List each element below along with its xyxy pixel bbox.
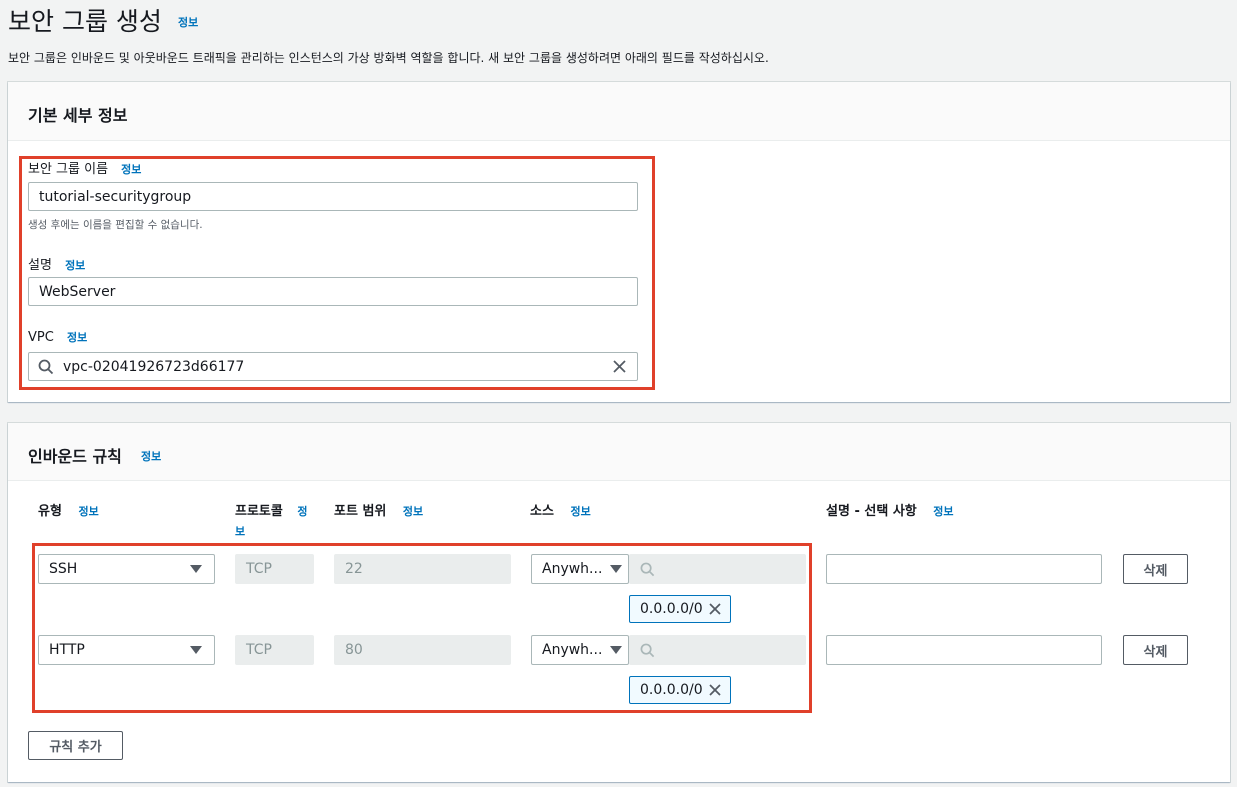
sg-name-input[interactable]: tutorial-securitygroup — [28, 182, 638, 211]
cidr-token-value: 0.0.0.0/0 — [640, 682, 703, 698]
vpc-select[interactable]: vpc-02041926723d66177 — [28, 352, 638, 381]
search-icon — [640, 562, 655, 581]
caret-down-icon — [190, 646, 202, 654]
caret-down-icon — [610, 565, 622, 573]
cidr-token-value: 0.0.0.0/0 — [640, 601, 703, 617]
rule-source-search[interactable] — [629, 554, 806, 584]
description-label: 설명 정보 — [28, 254, 85, 273]
vpc-label-text: VPC — [28, 330, 54, 345]
delete-rule-button[interactable]: 삭제 — [1123, 635, 1188, 665]
col-description: 설명 - 선택 사항 정보 — [826, 500, 954, 519]
inbound-rules-panel: 인바운드 규칙 정보 유형 정보 프로토콜 정 보 포트 범위 정보 소스 정보… — [8, 423, 1230, 782]
rule-type-select[interactable]: SSH — [38, 554, 215, 584]
rule-description-input[interactable] — [826, 635, 1102, 665]
rule-port-field: 22 — [334, 554, 511, 584]
rule-type-value: SSH — [49, 561, 78, 577]
col-protocol: 프로토콜 정 보 — [235, 500, 315, 539]
vpc-value: vpc-02041926723d66177 — [63, 358, 245, 375]
col-port-range-label: 포트 범위 — [334, 504, 387, 519]
sg-name-info-link[interactable]: 정보 — [121, 163, 141, 176]
col-source: 소스 정보 — [530, 500, 591, 519]
col-description-label: 설명 - 선택 사항 — [826, 504, 917, 519]
col-source-label: 소스 — [530, 504, 554, 519]
remove-token-icon[interactable] — [708, 683, 722, 701]
description-label-text: 설명 — [28, 258, 52, 273]
cidr-token: 0.0.0.0/0 — [629, 676, 731, 704]
rule-port-field: 80 — [334, 635, 511, 665]
rule-source-select[interactable]: Anywh... — [531, 635, 629, 665]
sg-name-label: 보안 그룹 이름 정보 — [28, 158, 141, 177]
description-input[interactable]: WebServer — [28, 277, 638, 306]
col-type-label: 유형 — [38, 504, 62, 519]
col-protocol-label: 프로토콜 — [235, 504, 283, 519]
rule-protocol-field: TCP — [235, 554, 314, 584]
sg-name-label-text: 보안 그룹 이름 — [28, 162, 109, 177]
inbound-rules-title: 인바운드 규칙 — [28, 447, 122, 466]
description-value: WebServer — [39, 283, 116, 300]
rule-protocol-value: TCP — [246, 642, 272, 658]
inbound-rules-header: 인바운드 규칙 정보 — [8, 423, 1230, 481]
sg-name-value: tutorial-securitygroup — [39, 188, 192, 205]
sg-name-hint: 생성 후에는 이름을 편집할 수 없습니다. — [28, 219, 203, 231]
col-source-info-link[interactable]: 정보 — [570, 505, 590, 518]
clear-icon[interactable] — [612, 359, 627, 374]
col-port-range: 포트 범위 정보 — [334, 500, 423, 519]
rule-type-select[interactable]: HTTP — [38, 635, 215, 665]
vpc-info-link[interactable]: 정보 — [67, 331, 87, 344]
rule-source-search[interactable] — [629, 635, 806, 665]
search-icon — [38, 359, 54, 375]
rule-source-select[interactable]: Anywh... — [531, 554, 629, 584]
caret-down-icon — [190, 565, 202, 573]
rule-port-value: 22 — [345, 561, 363, 577]
vpc-label: VPC 정보 — [28, 329, 87, 345]
caret-down-icon — [610, 646, 622, 654]
col-type: 유형 정보 — [38, 500, 99, 519]
col-port-range-info-link[interactable]: 정보 — [403, 505, 423, 518]
cidr-token: 0.0.0.0/0 — [629, 595, 731, 623]
page-title-info-link[interactable]: 정보 — [178, 14, 198, 30]
rule-protocol-value: TCP — [246, 561, 272, 577]
delete-rule-button[interactable]: 삭제 — [1123, 554, 1188, 584]
rule-protocol-field: TCP — [235, 635, 314, 665]
inbound-rules-info-link[interactable]: 정보 — [141, 448, 161, 464]
col-description-info-link[interactable]: 정보 — [933, 505, 953, 518]
remove-token-icon[interactable] — [708, 602, 722, 620]
basic-details-header: 기본 세부 정보 — [8, 82, 1230, 141]
col-type-info-link[interactable]: 정보 — [78, 505, 98, 518]
basic-details-title: 기본 세부 정보 — [28, 106, 128, 125]
description-info-link[interactable]: 정보 — [65, 259, 85, 272]
search-icon — [640, 643, 655, 662]
col-protocol-info-link[interactable]: 정 — [297, 505, 307, 518]
rule-source-value: Anywh... — [542, 561, 603, 577]
page-title: 보안 그룹 생성 — [8, 7, 162, 36]
rule-source-value: Anywh... — [542, 642, 603, 658]
rule-description-input[interactable] — [826, 554, 1102, 584]
add-rule-button[interactable]: 규칙 추가 — [28, 731, 123, 760]
rule-type-value: HTTP — [49, 642, 85, 658]
basic-details-panel: 기본 세부 정보 보안 그룹 이름 정보 tutorial-securitygr… — [8, 82, 1230, 402]
col-protocol-info-link-wrap[interactable]: 보 — [235, 523, 315, 539]
page-description: 보안 그룹은 인바운드 및 아웃바운드 트래픽을 관리하는 인스턴스의 가상 방… — [8, 51, 769, 65]
rule-port-value: 80 — [345, 642, 363, 658]
